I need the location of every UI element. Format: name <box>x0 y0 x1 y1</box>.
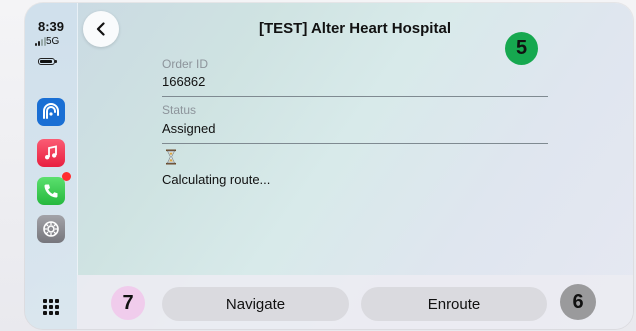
divider <box>162 143 548 144</box>
page-title: [TEST] Alter Heart Hospital <box>259 20 451 37</box>
marker-badge-bottom-right: 6 <box>560 284 596 320</box>
carplay-screen: 8:39 5G [TEST] Alter Heart Hospital 5 Or… <box>25 3 633 329</box>
navigate-button[interactable]: Navigate <box>162 287 349 321</box>
marker-badge-top-right: 5 <box>505 32 538 65</box>
page: 8:39 5G [TEST] Alter Heart Hospital 5 Or… <box>0 0 636 331</box>
status-network: 5G <box>46 36 60 47</box>
hourglass-icon <box>166 149 176 165</box>
status-value: Assigned <box>162 121 216 136</box>
battery-icon <box>38 58 57 65</box>
phone-handset-icon <box>44 184 58 198</box>
connect-glyph-icon <box>43 103 59 119</box>
cellular-signal-icon <box>35 37 46 46</box>
chevron-left-icon <box>96 22 105 36</box>
connect-app-icon[interactable] <box>37 98 65 126</box>
divider <box>162 96 548 97</box>
order-id-label: Order ID <box>162 57 209 71</box>
phone-app-icon[interactable] <box>37 177 65 205</box>
carplay-dock: 8:39 5G <box>25 3 78 329</box>
order-id-value: 166862 <box>162 74 206 89</box>
gear-icon <box>43 221 59 237</box>
back-button[interactable] <box>83 11 119 47</box>
route-status-text: Calculating route... <box>162 172 271 187</box>
status-time: 8:39 <box>38 19 65 34</box>
notification-badge <box>62 172 71 181</box>
settings-app-icon[interactable] <box>37 215 65 243</box>
action-bar <box>77 275 633 329</box>
enroute-button[interactable]: Enroute <box>361 287 547 321</box>
status-label: Status <box>162 103 197 117</box>
app-grid-icon[interactable] <box>43 299 59 315</box>
marker-badge-bottom-left: 7 <box>111 286 145 320</box>
music-note-icon <box>45 145 57 160</box>
music-app-icon[interactable] <box>37 139 65 167</box>
